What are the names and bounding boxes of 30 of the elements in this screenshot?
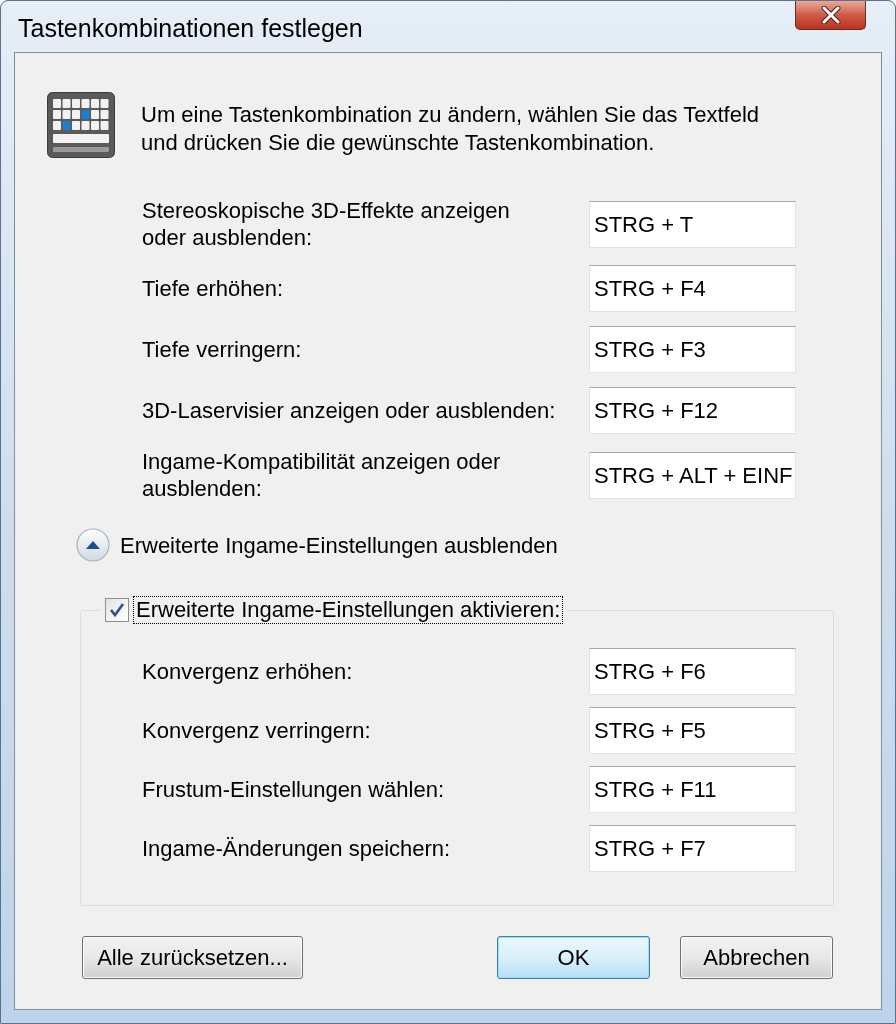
dialog-button[interactable]: Abbrechen bbox=[680, 936, 833, 979]
shortcut-field[interactable]: STRG + F11 bbox=[589, 766, 796, 813]
expander-button[interactable]: Erweiterte Ingame-Einstellungen ausblenden bbox=[76, 528, 558, 562]
close-button[interactable] bbox=[795, 1, 866, 30]
shortcut-field[interactable]: STRG + F4 bbox=[589, 265, 796, 312]
shortcut-label: Konvergenz erhöhen: bbox=[142, 658, 354, 685]
instruction-text: Um eine Tastenkombination zu ändern, wählen Sie das Textfeld und drücken Sie die gewünschte Tastenkombination. bbox=[141, 101, 760, 157]
shortcut-label: Stereoskopische 3D-Effekte anzeigen oder ausblenden: bbox=[142, 197, 511, 251]
checkbox-label[interactable]: Erweiterte Ingame-Einstellungen aktivieren: bbox=[133, 596, 564, 624]
shortcut-label: Tiefe verringern: bbox=[142, 336, 303, 363]
checkbox[interactable] bbox=[105, 598, 129, 622]
close-icon bbox=[820, 6, 841, 24]
shortcut-label: Tiefe erhöhen: bbox=[142, 275, 285, 302]
shortcut-field[interactable]: STRG + F12 bbox=[589, 387, 796, 434]
dialog-button[interactable]: OK bbox=[497, 936, 650, 979]
shortcut-label: 3D-Laservisier anzeigen oder ausblenden: bbox=[142, 397, 557, 424]
shortcut-field[interactable]: STRG + T bbox=[589, 200, 796, 248]
window-title: Tastenkombinationen festlegen bbox=[18, 13, 363, 43]
checkmark-icon bbox=[109, 602, 125, 618]
shortcut-field[interactable]: STRG + ALT + EINF bbox=[589, 451, 796, 499]
keyboard-icon bbox=[47, 92, 115, 158]
shortcut-field[interactable]: STRG + F3 bbox=[589, 326, 796, 373]
shortcut-field[interactable]: STRG + F7 bbox=[589, 825, 796, 872]
shortcut-label: Ingame-Änderungen speichern: bbox=[142, 835, 452, 862]
shortcut-field[interactable]: STRG + F5 bbox=[589, 707, 796, 754]
shortcut-label: Konvergenz verringern: bbox=[142, 717, 372, 744]
dialog-button[interactable]: Alle zurücksetzen... bbox=[82, 936, 303, 979]
shortcut-label: Ingame-Kompatibilität anzeigen oder ausblenden: bbox=[142, 448, 502, 502]
shortcut-field[interactable]: STRG + F6 bbox=[589, 648, 796, 695]
shortcut-label: Frustum-Einstellungen wählen: bbox=[142, 776, 446, 803]
